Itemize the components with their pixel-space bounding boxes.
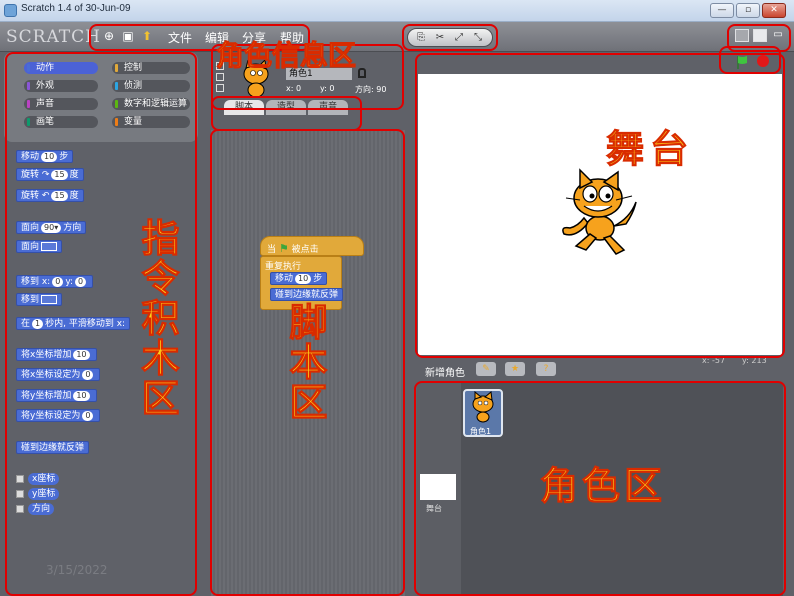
paint-new-sprite-icon[interactable]: ✎ xyxy=(476,362,496,376)
stage-annotation-box xyxy=(415,53,785,358)
random-sprite-icon[interactable]: ? xyxy=(536,362,556,376)
new-sprite-label: 新增角色 xyxy=(425,368,465,379)
sprite-info-area-note: 角色信息区 xyxy=(215,39,357,73)
app-icon xyxy=(4,4,17,17)
minimize-button[interactable]: — xyxy=(710,3,734,18)
scratch-logo: SCRATCH xyxy=(6,27,101,47)
palette-area-note: 指令积木区 xyxy=(135,218,180,419)
stage-area-note: 舞台 xyxy=(605,127,695,172)
toolbar-annotation-box xyxy=(402,24,498,51)
choose-sprite-from-file-icon[interactable]: ★ xyxy=(505,362,525,376)
close-button[interactable]: ✕ xyxy=(762,3,786,18)
scripts-area-note: 脚本区 xyxy=(283,302,328,423)
window-titlebar: Scratch 1.4 of 30-Jun-09 — ▫ ✕ xyxy=(0,0,794,22)
sprites-area-note: 角色区 xyxy=(539,464,667,509)
restore-button[interactable]: ▫ xyxy=(736,3,760,18)
window-title: Scratch 1.4 of 30-Jun-09 xyxy=(21,3,131,14)
tabs-annotation-box xyxy=(211,96,362,131)
